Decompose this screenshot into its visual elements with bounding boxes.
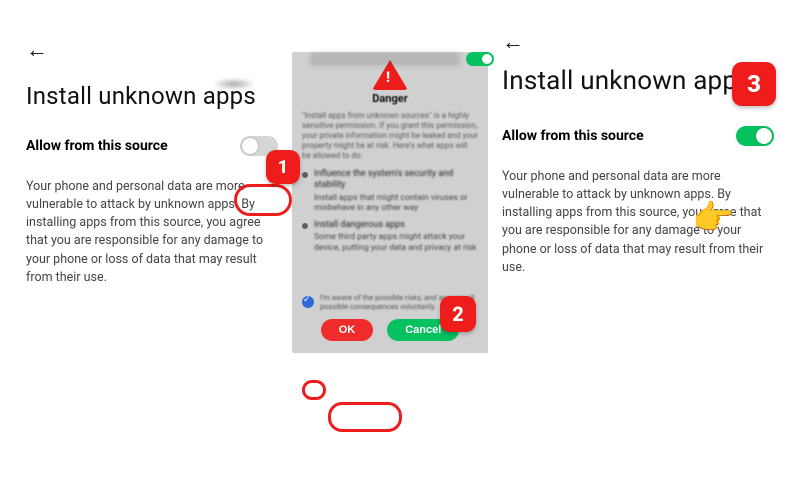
bullet-dot-icon bbox=[302, 172, 308, 178]
back-button[interactable]: ← bbox=[502, 32, 524, 54]
allow-from-source-label: Allow from this source bbox=[26, 138, 168, 154]
back-button[interactable]: ← bbox=[26, 40, 48, 62]
warning-description: Your phone and personal data are more vu… bbox=[26, 178, 278, 287]
danger-bullet: Install dangerous apps Some third party … bbox=[302, 220, 478, 254]
background-toggle-on bbox=[466, 52, 494, 66]
bullet-heading: Install dangerous apps bbox=[314, 220, 478, 231]
ok-button[interactable]: OK bbox=[321, 319, 374, 341]
allow-from-source-row: Allow from this source bbox=[502, 126, 774, 146]
toggle-knob bbox=[242, 138, 258, 154]
consent-checkbox[interactable] bbox=[302, 296, 314, 308]
allow-from-source-label: Allow from this source bbox=[502, 128, 644, 144]
bullet-subtext: Install apps that might contain viruses … bbox=[314, 193, 468, 214]
toggle-knob bbox=[756, 128, 772, 144]
step-badge-2: 2 bbox=[440, 296, 476, 332]
allow-from-source-row: Allow from this source bbox=[26, 136, 278, 156]
danger-header: Danger bbox=[300, 60, 480, 105]
pointing-hand-icon: 👉 bbox=[692, 198, 734, 238]
step-badge-3: 3 bbox=[732, 62, 776, 106]
danger-intro-text: "Install apps from unknown sources" is a… bbox=[302, 111, 478, 161]
decoration-smudge bbox=[212, 78, 256, 90]
panel-step1: ← Install unknown apps Allow from this s… bbox=[12, 12, 292, 488]
bullet-subtext: Some third party apps might attack your … bbox=[314, 232, 477, 253]
danger-label: Danger bbox=[372, 92, 407, 105]
bullet-heading: Influence the system's security and stab… bbox=[314, 169, 478, 192]
allow-from-source-toggle[interactable] bbox=[736, 126, 774, 146]
step-badge-1: 1 bbox=[266, 150, 300, 184]
background-blurred-title bbox=[310, 52, 460, 66]
danger-bullet: Influence the system's security and stab… bbox=[302, 169, 478, 214]
bullet-dot-icon bbox=[302, 223, 308, 229]
